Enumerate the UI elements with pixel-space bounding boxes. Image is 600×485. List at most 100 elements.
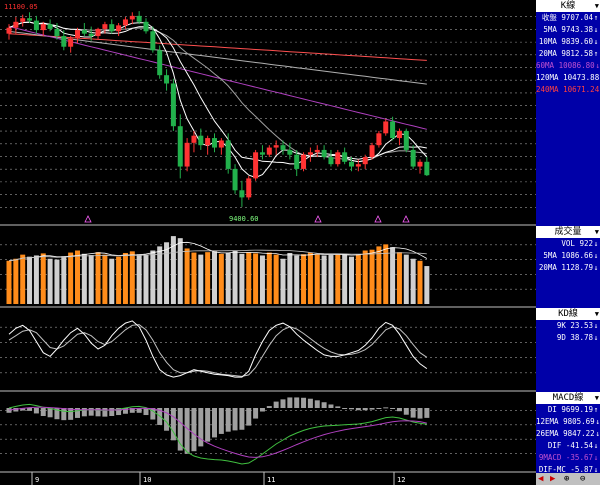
x-axis-tick-label: 10 bbox=[143, 476, 151, 484]
macd-histogram-bar bbox=[424, 408, 430, 418]
indicator-value: 20MA 1128.79 bbox=[538, 263, 593, 272]
navigation-bar: ◀ ▶ ⊕ ⊖ bbox=[536, 473, 600, 485]
volume-bar bbox=[88, 255, 94, 304]
arrow-down-icon: ↓ bbox=[593, 441, 599, 450]
macd-histogram-bar bbox=[40, 408, 46, 416]
macd-histogram-bar bbox=[184, 408, 190, 454]
arrow-down-icon: ↓ bbox=[595, 61, 600, 70]
macd-histogram-bar bbox=[383, 407, 389, 409]
candle-body bbox=[410, 149, 416, 167]
kd-panel-title[interactable]: KD線 ▼ bbox=[536, 308, 600, 320]
x-axis-tick-label: 9 bbox=[35, 476, 39, 484]
candle-body bbox=[33, 20, 39, 31]
kd-panel-title-text: KD線 bbox=[558, 309, 578, 319]
volume-bar bbox=[184, 248, 190, 304]
candle-body bbox=[170, 83, 176, 127]
macd-histogram-bar bbox=[253, 408, 259, 419]
volume-bar bbox=[150, 250, 156, 304]
zoom-out-icon[interactable]: ⊖ bbox=[580, 473, 585, 485]
kd-panel-value-row: 9K 23.53↓ bbox=[536, 320, 600, 332]
volume-bar bbox=[81, 253, 87, 304]
candle-body bbox=[191, 135, 197, 143]
candle-body bbox=[307, 152, 313, 155]
arrow-down-icon: ↓ bbox=[595, 429, 600, 438]
panel-menu-icon[interactable]: ▼ bbox=[595, 392, 599, 404]
macd-panel-value-row: 26EMA 9847.22↓ bbox=[536, 428, 600, 440]
indicator-value: 20MA 9812.58 bbox=[538, 49, 593, 58]
volume-bar bbox=[424, 266, 430, 304]
volume-bar bbox=[122, 252, 128, 304]
indicator-value: 120MA 10473.88 bbox=[536, 73, 600, 82]
low-price-label: 9400.60 bbox=[229, 215, 259, 223]
candle-body bbox=[212, 138, 217, 148]
candle-body bbox=[253, 152, 259, 179]
k-panel-title[interactable]: K線 ▼ bbox=[536, 0, 600, 12]
candle-body bbox=[417, 161, 423, 167]
candle-body bbox=[232, 168, 238, 191]
candle-body bbox=[20, 18, 26, 22]
candle-body bbox=[47, 24, 53, 29]
volume-bar bbox=[116, 256, 122, 304]
macd-histogram-bar bbox=[246, 408, 252, 426]
candle-body bbox=[342, 152, 348, 162]
macd-histogram-bar bbox=[61, 408, 67, 421]
candle-body bbox=[239, 190, 245, 198]
k-panel-value-row: 5MA 9743.38↓ bbox=[536, 24, 600, 36]
macd-panel-value-row: DIF -41.54↓ bbox=[536, 440, 600, 452]
volume-bar bbox=[164, 242, 170, 304]
macd-histogram-bar bbox=[198, 408, 204, 447]
macd-histogram-bar bbox=[27, 408, 33, 411]
volume-bar bbox=[335, 254, 341, 304]
macd-histogram-bar bbox=[266, 406, 272, 408]
k-panel-value-row: 240MA 10671.24↓ bbox=[536, 84, 600, 96]
candle-body bbox=[198, 135, 204, 146]
volume-bar bbox=[294, 255, 300, 304]
zoom-in-icon[interactable]: ⊕ bbox=[564, 473, 569, 485]
volume-panel-title[interactable]: 成交量 ▼ bbox=[536, 226, 600, 238]
volume-bar bbox=[266, 252, 272, 304]
panel-menu-icon[interactable]: ▼ bbox=[595, 308, 599, 320]
macd-panel-value-row: 12EMA 9805.69↓ bbox=[536, 416, 600, 428]
candle-body bbox=[218, 140, 224, 148]
volume-bar bbox=[239, 253, 245, 304]
macd-histogram-bar bbox=[342, 408, 348, 409]
candle-body bbox=[328, 157, 334, 165]
indicator-value: 9MACD -35.67 bbox=[538, 453, 593, 462]
scroll-right-icon[interactable]: ▶ bbox=[550, 473, 555, 485]
candle-body bbox=[335, 152, 341, 165]
macd-histogram-bar bbox=[205, 408, 211, 442]
macd-histogram-bar bbox=[102, 408, 108, 417]
volume-bar bbox=[61, 256, 67, 304]
candle-body bbox=[321, 149, 327, 158]
macd-histogram-bar bbox=[81, 408, 87, 417]
candle-body bbox=[13, 21, 19, 28]
volume-bar bbox=[342, 253, 348, 304]
candle-body bbox=[88, 33, 94, 37]
volume-bar bbox=[403, 254, 409, 304]
macd-histogram-bar bbox=[307, 398, 313, 408]
arrow-down-icon: ↓ bbox=[593, 453, 599, 462]
candle-body bbox=[164, 75, 170, 84]
volume-bar bbox=[129, 251, 135, 304]
panel-menu-icon[interactable]: ▼ bbox=[595, 226, 599, 238]
volume-bar bbox=[157, 246, 163, 304]
chart-area[interactable]: 11100.05 9400.60 9 10 11 12 bbox=[0, 0, 536, 485]
candle-body bbox=[273, 145, 279, 148]
panel-menu-icon[interactable]: ▼ bbox=[595, 0, 599, 12]
kd-k-line bbox=[8, 320, 428, 378]
macd-histogram-bar bbox=[33, 408, 39, 414]
scroll-left-icon[interactable]: ◀ bbox=[538, 473, 543, 485]
k-panel-value-row: 120MA 10473.88↓ bbox=[536, 72, 600, 84]
arrow-up-icon: ↑ bbox=[593, 49, 599, 58]
macd-histogram-bar bbox=[369, 408, 375, 410]
kd-panel-value-row: 9D 38.78↓ bbox=[536, 332, 600, 344]
stock-chart[interactable]: 11100.05 9400.60 9 10 11 12 bbox=[0, 0, 536, 485]
macd-histogram-bar bbox=[164, 408, 170, 431]
signal-marker-icon bbox=[374, 215, 382, 223]
volume-bar bbox=[40, 253, 46, 304]
candle-body bbox=[68, 38, 74, 47]
volume-bar bbox=[390, 247, 396, 304]
candle-body bbox=[314, 149, 320, 153]
candle-body bbox=[143, 21, 149, 32]
macd-panel-title[interactable]: MACD線 ▼ bbox=[536, 392, 600, 404]
